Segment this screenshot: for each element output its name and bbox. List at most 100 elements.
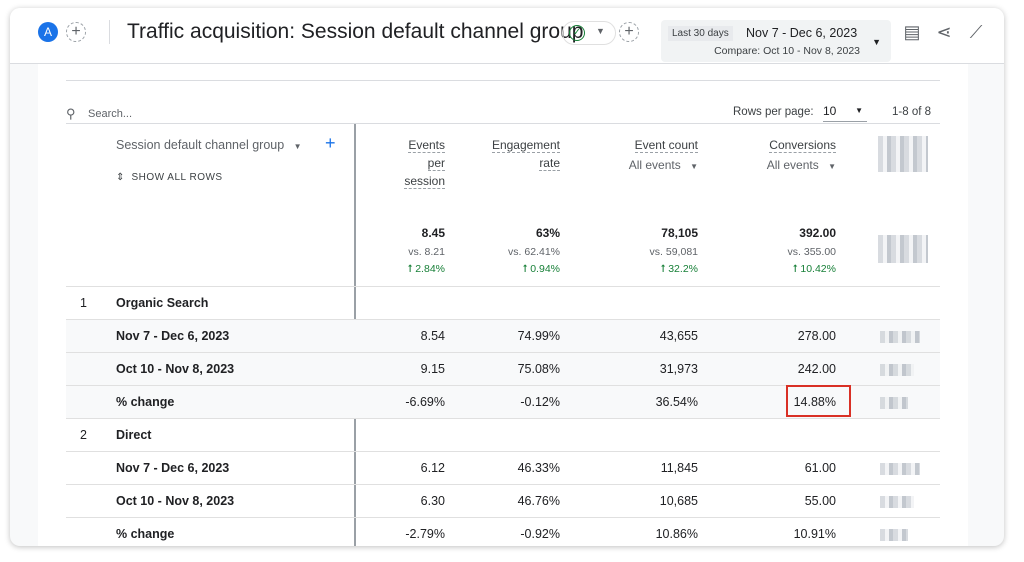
cell-value: 6.30 bbox=[420, 494, 445, 508]
check-circle-icon: ✓ bbox=[569, 25, 585, 41]
add-dimension-button[interactable]: + bbox=[325, 133, 336, 154]
row-label: Oct 10 - Nov 8, 2023 bbox=[116, 494, 235, 508]
highlight-box bbox=[786, 385, 851, 417]
cell-value: 9.15 bbox=[420, 362, 445, 376]
add-comparison-button[interactable]: + bbox=[66, 22, 86, 42]
dimension-selector[interactable]: Session default channel group ▼ bbox=[116, 138, 302, 152]
table-row[interactable]: % change -2.79% -0.92% 10.86% 10.91% bbox=[66, 517, 940, 546]
divider bbox=[109, 20, 110, 44]
table-row[interactable]: Nov 7 - Dec 6, 2023 8.54 74.99% 43,655 278.0… bbox=[66, 319, 940, 352]
cell-value: -6.69% bbox=[405, 395, 445, 409]
column-header-0[interactable]: Events per session bbox=[404, 136, 445, 190]
total-change-value: 0.94% bbox=[530, 263, 560, 275]
row-label: Nov 7 - Dec 6, 2023 bbox=[116, 461, 230, 475]
column-header-text: Conversions bbox=[769, 138, 836, 153]
column-header-text: rate bbox=[539, 156, 560, 171]
cell-value: 278.00 bbox=[797, 329, 836, 343]
blurred-column-header bbox=[878, 136, 928, 172]
blurred-cell bbox=[880, 463, 920, 475]
insights-icon[interactable]: ⟋ bbox=[965, 21, 987, 43]
report-panel: ⚲ Search... Rows per page: 10 ▼ 1-8 of 8 … bbox=[38, 64, 968, 546]
column-header-1[interactable]: Engagement rate bbox=[491, 136, 560, 172]
cell-value: 75.08% bbox=[517, 362, 560, 376]
column-header-text: Engagement bbox=[491, 138, 560, 153]
row-label: % change bbox=[116, 527, 175, 541]
date-range-picker[interactable]: Last 30 days Nov 7 - Dec 6, 2023 Compare… bbox=[661, 20, 891, 62]
table-row[interactable]: Oct 10 - Nov 8, 2023 6.30 46.76% 10,685 55.0… bbox=[66, 484, 940, 517]
total-value: 78,105 bbox=[661, 226, 698, 240]
table-row[interactable]: % change -6.69% -0.12% 36.54% 14.88% bbox=[66, 385, 940, 418]
column-header-text: Event count bbox=[634, 138, 698, 153]
status-dropdown[interactable]: ✓ ▼ bbox=[562, 21, 616, 45]
row-index: 1 bbox=[80, 296, 87, 310]
chevron-down-icon: ▼ bbox=[690, 162, 698, 171]
show-all-rows-label: SHOW ALL ROWS bbox=[131, 172, 223, 183]
avatar[interactable]: A bbox=[38, 22, 58, 42]
table-row-group[interactable]: 1 Organic Search bbox=[66, 286, 940, 319]
event-filter-dropdown[interactable]: All events ▼ bbox=[767, 156, 836, 176]
pagination-label: 1-8 of 8 bbox=[892, 106, 931, 118]
cell-value: 31,973 bbox=[659, 362, 698, 376]
page-title: Traffic acquisition: Session default cha… bbox=[127, 20, 584, 43]
blurred-total bbox=[878, 235, 928, 263]
add-button[interactable]: + bbox=[619, 22, 639, 42]
table-row[interactable]: Nov 7 - Dec 6, 2023 6.12 46.33% 11,845 61.00 bbox=[66, 451, 940, 484]
cell-value: 74.99% bbox=[517, 329, 560, 343]
blurred-cell bbox=[880, 331, 920, 343]
event-filter-label: All events bbox=[766, 158, 819, 172]
share-icon[interactable]: ⋖ bbox=[933, 21, 955, 43]
cell-value: 43,655 bbox=[659, 329, 698, 343]
column-header-text: Events bbox=[408, 138, 445, 153]
total-compare: vs. 8.21 bbox=[408, 246, 445, 258]
total-change-value: 32.2% bbox=[668, 263, 698, 275]
cell-value: -0.12% bbox=[520, 395, 560, 409]
row-index: 2 bbox=[80, 428, 87, 442]
table-row-group[interactable]: 2 Direct bbox=[66, 418, 940, 451]
column-header-text: session bbox=[404, 174, 445, 189]
search-input[interactable]: Search... bbox=[88, 108, 132, 120]
channel-name: Organic Search bbox=[116, 296, 209, 310]
rows-per-page-label: Rows per page: bbox=[733, 106, 814, 118]
table-row[interactable]: Oct 10 - Nov 8, 2023 9.15 75.08% 31,973 242.… bbox=[66, 352, 940, 385]
report-window: A + Traffic acquisition: Session default… bbox=[10, 8, 1004, 546]
search-icon: ⚲ bbox=[66, 106, 76, 121]
cell-value: 61.00 bbox=[804, 461, 836, 475]
cell-value: -0.92% bbox=[520, 527, 560, 541]
cell-value: 6.12 bbox=[420, 461, 445, 475]
chevron-down-icon: ▼ bbox=[596, 26, 605, 36]
total-value: 8.45 bbox=[421, 226, 445, 240]
cell-value: 36.54% bbox=[655, 395, 698, 409]
total-2: 78,105 vs. 59,081 ⭡ 32.2% bbox=[650, 226, 698, 276]
cell-value: 242.00 bbox=[797, 362, 836, 376]
report-header: A + Traffic acquisition: Session default… bbox=[10, 8, 1004, 64]
show-all-rows-button[interactable]: ⇕ SHOW ALL ROWS bbox=[116, 172, 223, 183]
total-compare: vs. 62.41% bbox=[508, 246, 560, 258]
total-0: 8.45 vs. 8.21 ⭡ 2.84% bbox=[407, 226, 445, 276]
column-header-text: per bbox=[427, 156, 445, 171]
chevron-down-icon: ▼ bbox=[855, 106, 863, 115]
blurred-cell bbox=[880, 529, 908, 541]
total-compare: vs. 59,081 bbox=[649, 246, 698, 258]
date-preset: Last 30 days bbox=[668, 26, 733, 41]
cell-value: 10.86% bbox=[655, 527, 698, 541]
rows-per-page-select[interactable]: 10 ▼ bbox=[823, 104, 867, 122]
expand-icon: ⇕ bbox=[116, 172, 125, 183]
total-3: 392.00 vs. 355.00 ⭡ 10.42% bbox=[788, 226, 836, 276]
cell-value: 46.33% bbox=[517, 461, 560, 475]
cell-value: -2.79% bbox=[405, 527, 445, 541]
channel-name: Direct bbox=[116, 428, 152, 442]
customize-report-icon[interactable]: ▤ bbox=[901, 21, 923, 43]
total-change-value: 2.84% bbox=[415, 263, 445, 275]
cell-value: 46.76% bbox=[517, 494, 560, 508]
event-filter-dropdown[interactable]: All events ▼ bbox=[629, 156, 698, 176]
chevron-down-icon: ▼ bbox=[872, 37, 881, 47]
blurred-cell bbox=[880, 397, 908, 409]
blurred-cell bbox=[880, 364, 914, 376]
cell-value: 10,685 bbox=[659, 494, 698, 508]
date-range: Nov 7 - Dec 6, 2023 bbox=[746, 26, 858, 40]
total-1: 63% vs. 62.41% ⭡ 0.94% bbox=[508, 226, 560, 276]
blurred-cell bbox=[880, 496, 914, 508]
row-label: Nov 7 - Dec 6, 2023 bbox=[116, 329, 230, 343]
column-header-2[interactable]: Event count All events ▼ bbox=[629, 136, 698, 176]
column-header-3[interactable]: Conversions All events ▼ bbox=[767, 136, 836, 176]
